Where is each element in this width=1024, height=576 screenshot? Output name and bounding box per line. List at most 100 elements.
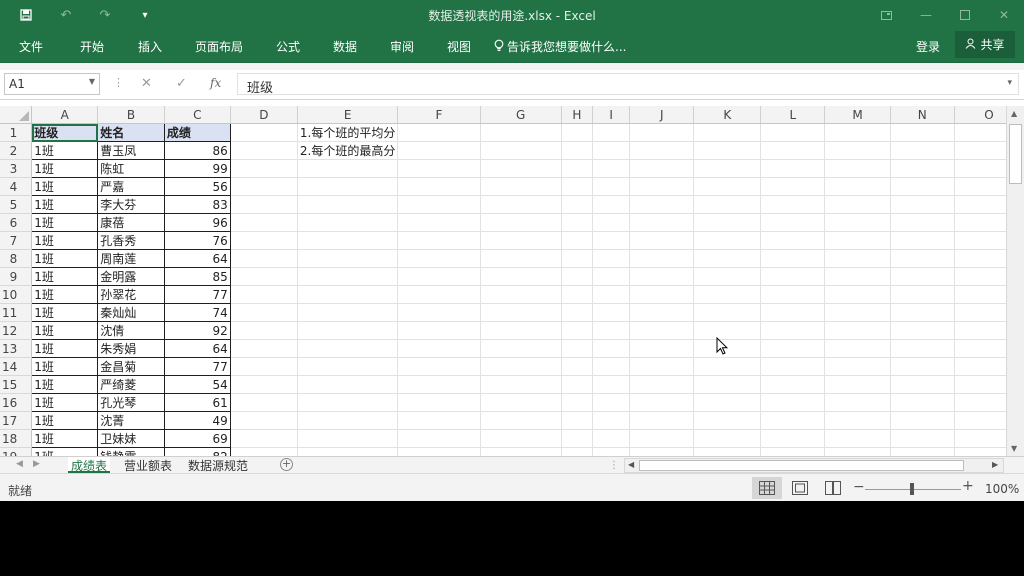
data-cell[interactable]: 86	[163, 141, 231, 161]
grid-cell[interactable]	[592, 123, 631, 143]
grid-cell[interactable]	[629, 141, 695, 161]
grid-cell[interactable]	[693, 411, 762, 431]
grid-cell[interactable]	[824, 231, 891, 251]
grid-cell[interactable]	[824, 339, 891, 359]
grid-cell[interactable]	[297, 447, 399, 456]
grid-cell[interactable]	[297, 249, 399, 269]
grid-cell[interactable]	[693, 141, 762, 161]
row-header[interactable]: 8	[0, 249, 33, 269]
grid-cell[interactable]	[561, 231, 593, 251]
grid-cell[interactable]	[480, 429, 562, 449]
tab-formulas[interactable]: 公式	[276, 38, 300, 55]
grid-cell[interactable]	[480, 213, 562, 233]
row-header[interactable]: 11	[0, 303, 33, 323]
cancel-icon[interactable]: ✕	[141, 76, 152, 91]
data-cell[interactable]: 77	[163, 357, 231, 377]
grid-cell[interactable]	[480, 411, 562, 431]
grid-cell[interactable]	[230, 411, 298, 431]
grid-cell[interactable]	[397, 213, 481, 233]
data-cell[interactable]: 沈倩	[97, 321, 165, 341]
data-cell[interactable]: 99	[163, 159, 231, 179]
grid-cell[interactable]	[480, 393, 562, 413]
grid-cell[interactable]	[890, 141, 955, 161]
header-cell[interactable]: 成绩	[163, 123, 231, 143]
grid-cell[interactable]	[629, 285, 695, 305]
grid-cell[interactable]	[480, 123, 562, 143]
grid-cell[interactable]	[397, 249, 481, 269]
grid-cell[interactable]	[760, 411, 826, 431]
scroll-right-icon[interactable]: ▶	[992, 460, 998, 469]
grid-cell[interactable]	[760, 231, 826, 251]
grid-cell[interactable]	[824, 357, 891, 377]
grid-cell[interactable]	[890, 231, 955, 251]
zoom-slider-thumb[interactable]	[910, 483, 914, 495]
grid-cell[interactable]	[480, 177, 562, 197]
grid-cell[interactable]	[592, 231, 631, 251]
add-sheet-icon[interactable]: +	[280, 458, 293, 471]
grid-cell[interactable]	[561, 267, 593, 287]
column-header[interactable]: I	[592, 106, 631, 125]
vertical-scroll-thumb[interactable]	[1009, 124, 1022, 184]
note-cell[interactable]: 2.每个班的最高分	[297, 141, 399, 161]
zoom-level[interactable]: 100%	[985, 482, 1019, 496]
grid-cell[interactable]	[760, 357, 826, 377]
grid-cell[interactable]	[629, 177, 695, 197]
grid-cell[interactable]	[824, 303, 891, 323]
expand-formula-bar-icon[interactable]: ▾	[1007, 78, 1012, 88]
row-header[interactable]: 4	[0, 177, 33, 197]
grid-cell[interactable]	[397, 141, 481, 161]
data-cell[interactable]: 1班	[31, 141, 99, 161]
grid-cell[interactable]	[890, 177, 955, 197]
grid-cell[interactable]	[297, 357, 399, 377]
grid-cell[interactable]	[629, 375, 695, 395]
row-header[interactable]: 3	[0, 159, 33, 179]
grid-cell[interactable]	[230, 375, 298, 395]
row-header[interactable]: 5	[0, 195, 33, 215]
normal-view-button[interactable]	[752, 477, 782, 499]
data-cell[interactable]: 1班	[31, 447, 99, 456]
grid-cell[interactable]	[480, 303, 562, 323]
sheet-tab-data-source[interactable]: 数据源规范	[185, 457, 251, 473]
data-cell[interactable]: 54	[163, 375, 231, 395]
data-cell[interactable]: 孔香秀	[97, 231, 165, 251]
grid-cell[interactable]	[230, 429, 298, 449]
grid-cell[interactable]	[693, 267, 762, 287]
insert-function-icon[interactable]: fx	[210, 76, 221, 90]
data-cell[interactable]: 1班	[31, 429, 99, 449]
grid-cell[interactable]	[760, 177, 826, 197]
grid-cell[interactable]	[397, 231, 481, 251]
grid-cell[interactable]	[397, 375, 481, 395]
grid-cell[interactable]	[480, 195, 562, 215]
grid-cell[interactable]	[693, 393, 762, 413]
column-header[interactable]: L	[760, 106, 826, 125]
grid-cell[interactable]	[230, 177, 298, 197]
row-header[interactable]: 19	[0, 447, 33, 456]
grid-cell[interactable]	[824, 141, 891, 161]
grid-cell[interactable]	[760, 141, 826, 161]
grid-cell[interactable]	[230, 159, 298, 179]
grid-cell[interactable]	[824, 159, 891, 179]
grid-cell[interactable]	[824, 321, 891, 341]
grid-cell[interactable]	[297, 393, 399, 413]
grid-cell[interactable]	[297, 285, 399, 305]
grid-cell[interactable]	[480, 249, 562, 269]
grid-cell[interactable]	[760, 321, 826, 341]
grid-cell[interactable]	[693, 123, 762, 143]
data-cell[interactable]: 1班	[31, 321, 99, 341]
grid-cell[interactable]	[230, 303, 298, 323]
data-cell[interactable]: 1班	[31, 267, 99, 287]
grid-cell[interactable]	[890, 411, 955, 431]
share-button[interactable]: 共享	[955, 31, 1015, 58]
tell-me-search[interactable]: 告诉我您想要做什么...	[494, 38, 626, 55]
data-cell[interactable]: 82	[163, 447, 231, 456]
grid-cell[interactable]	[397, 357, 481, 377]
grid-cell[interactable]	[693, 159, 762, 179]
grid-cell[interactable]	[760, 447, 826, 456]
tab-splitter-handle[interactable]: ⋮	[609, 460, 619, 471]
grid-cell[interactable]	[592, 411, 631, 431]
data-cell[interactable]: 1班	[31, 231, 99, 251]
grid-cell[interactable]	[592, 177, 631, 197]
grid-cell[interactable]	[629, 429, 695, 449]
tab-page-layout[interactable]: 页面布局	[195, 38, 243, 55]
column-header[interactable]: N	[890, 106, 955, 125]
